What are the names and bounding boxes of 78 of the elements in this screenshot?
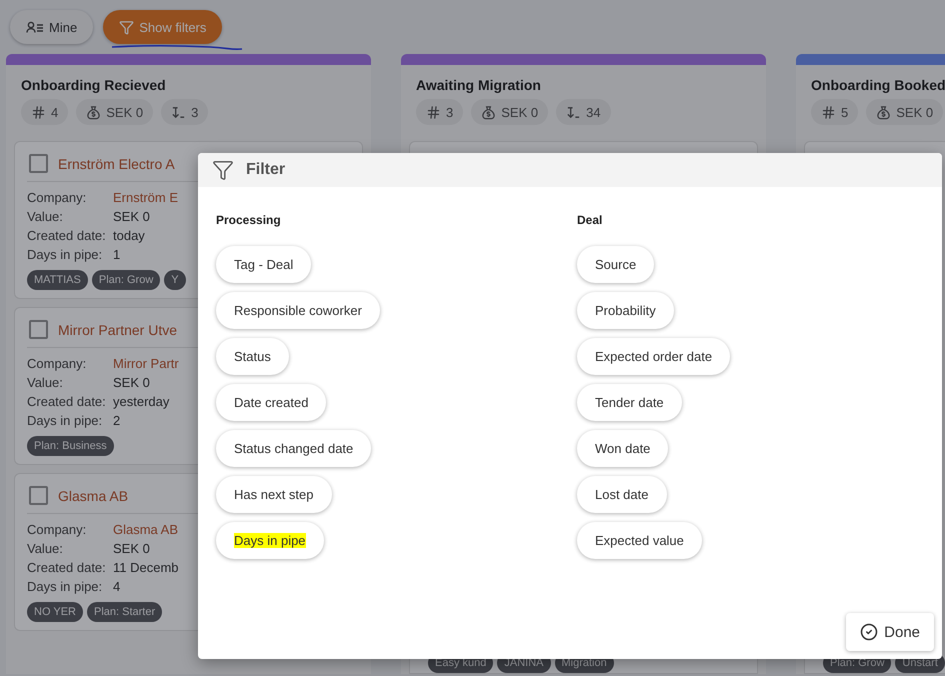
field-label: Company:	[27, 355, 88, 373]
filter-option[interactable]: Expected value	[577, 522, 702, 559]
filter-option[interactable]: Tender date	[577, 384, 682, 421]
filter-option[interactable]: Won date	[577, 430, 668, 467]
company-link[interactable]: Mirror Partr	[113, 354, 179, 373]
field-label: Created date:	[27, 393, 107, 411]
field-value: 1	[113, 246, 120, 264]
field-label: Days in pipe:	[27, 246, 104, 264]
filter-option[interactable]: Status	[216, 338, 289, 375]
filter-option[interactable]: Tag - Deal	[216, 246, 312, 283]
hash-icon	[821, 104, 836, 120]
hash-icon	[31, 104, 46, 120]
done-button[interactable]: Done	[846, 613, 934, 651]
stat-value: SEK 0	[501, 104, 538, 120]
group-heading: Processing	[216, 213, 281, 227]
filter-option[interactable]: Status changed date	[216, 430, 372, 467]
tag: Y	[164, 270, 186, 290]
field-value: 2	[113, 412, 120, 430]
hash-icon	[426, 104, 441, 120]
field-label: Value:	[27, 540, 64, 558]
field-value: SEK 0	[113, 374, 150, 392]
column-title: Onboarding Booked	[810, 76, 945, 95]
field-label: Created date:	[27, 559, 107, 577]
field-label: Company:	[27, 521, 88, 539]
company-link[interactable]: Ernström E	[113, 188, 178, 207]
tag: NO YER	[27, 602, 83, 622]
field-label: Created date:	[27, 227, 107, 245]
money-bag-icon	[876, 104, 892, 120]
checkbox[interactable]	[29, 154, 48, 173]
person-list-icon	[26, 21, 44, 33]
deal-title[interactable]: Mirror Partner Utve	[58, 322, 178, 338]
tag: MATTIAS	[27, 270, 88, 290]
checkbox[interactable]	[29, 486, 48, 505]
sort-down-icon	[566, 104, 582, 120]
mine-button[interactable]: Mine	[10, 10, 94, 44]
sort-down-icon	[171, 104, 186, 120]
filter-option[interactable]: Has next step	[216, 476, 332, 513]
money-bag-icon	[481, 104, 496, 120]
field-value: today	[113, 227, 145, 245]
column-title: Awaiting Migration	[415, 76, 542, 95]
column-title: Onboarding Recieved	[20, 76, 167, 95]
filter-option[interactable]: Expected order date	[577, 338, 730, 375]
deal-title[interactable]: Glasma AB	[58, 488, 128, 504]
checkbox[interactable]	[29, 320, 48, 339]
stat-value: SEK 0	[896, 104, 934, 120]
stat-value: 5	[841, 104, 848, 120]
group-heading: Deal	[577, 213, 602, 227]
stat-value: 3	[191, 104, 198, 120]
field-label: Days in pipe:	[27, 578, 104, 596]
stat-value: SEK 0	[106, 104, 144, 120]
deal-title[interactable]: Ernström Electro A	[58, 156, 175, 172]
filter-option[interactable]: Lost date	[577, 476, 666, 513]
stat-value: 3	[446, 104, 454, 120]
stat-value: 4	[51, 104, 58, 120]
filter-option[interactable]: Probability	[577, 292, 674, 329]
tag: Plan: Business	[27, 436, 114, 456]
filter-option[interactable]: Days in pipe	[216, 522, 324, 559]
field-label: Value:	[27, 208, 64, 226]
filter-option[interactable]: Source	[577, 246, 654, 283]
check-circle-icon	[860, 623, 878, 641]
filter-option[interactable]: Date created	[216, 384, 326, 421]
filter-icon	[119, 20, 134, 34]
field-value: SEK 0	[113, 208, 150, 226]
tag: Plan: Grow	[92, 270, 160, 290]
field-value: yesterday	[113, 393, 170, 411]
field-value: SEK 0	[113, 540, 150, 558]
company-link[interactable]: Glasma AB	[113, 520, 178, 539]
field-label: Company:	[27, 189, 88, 207]
field-label: Value:	[27, 374, 64, 392]
field-value: 11 Decemb	[113, 559, 179, 577]
field-value: 4	[113, 578, 120, 596]
field-label: Days in pipe:	[27, 412, 104, 430]
tag: Plan: Starter	[86, 602, 162, 622]
filter-icon	[212, 159, 234, 181]
filter-option[interactable]: Responsible coworker	[216, 292, 380, 329]
money-bag-icon	[86, 104, 102, 120]
dialog-title: Filter	[246, 161, 286, 179]
stat-value: 34	[586, 104, 601, 120]
